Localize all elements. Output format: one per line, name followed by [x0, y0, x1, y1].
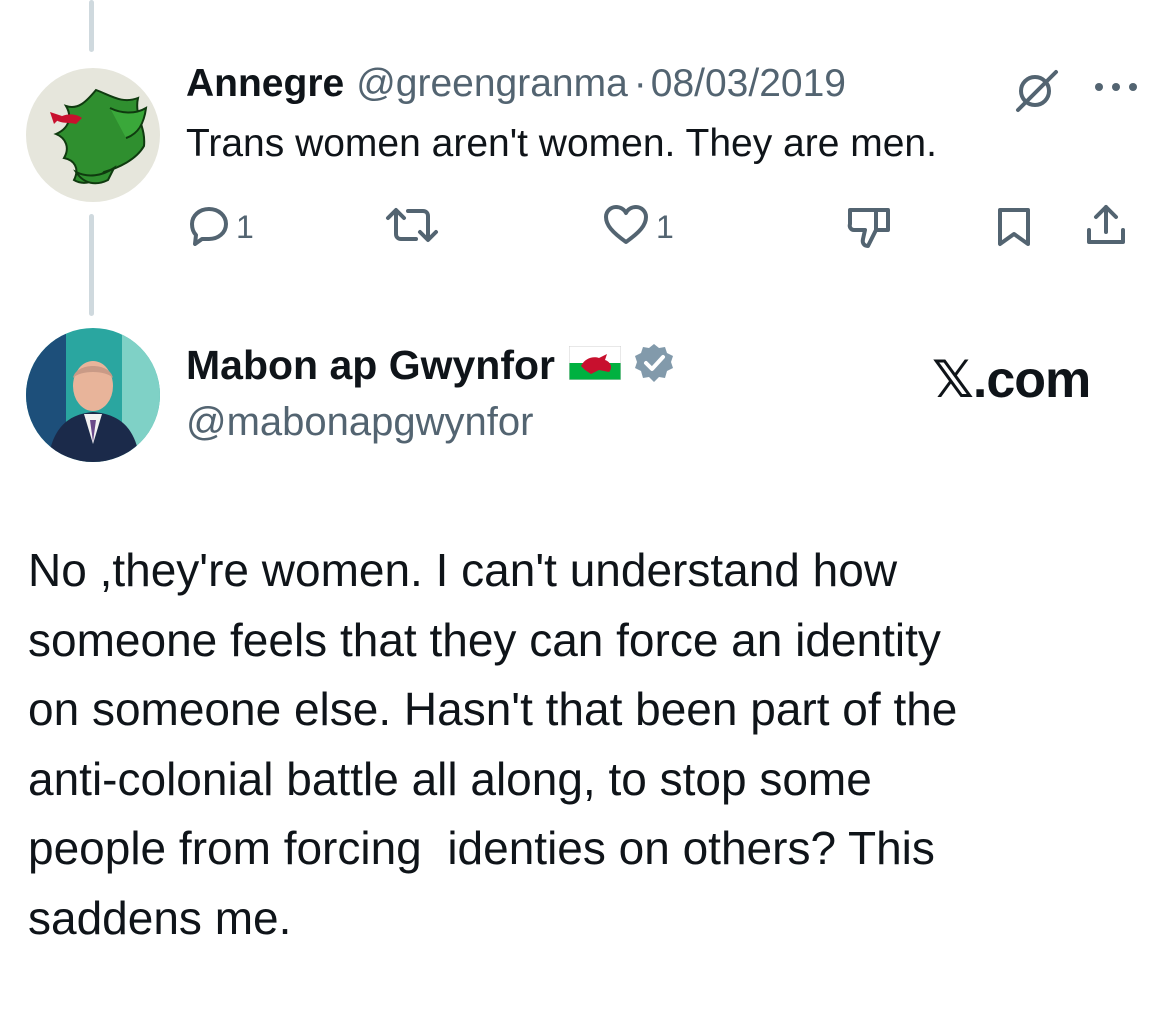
tweet-text-line: anti-colonial battle all along, to stop …: [28, 752, 872, 805]
tweet-text-line: No ,they're women. I can't understand ho…: [28, 544, 898, 596]
thumbs-down-icon: [846, 206, 892, 255]
grok-icon[interactable]: [1012, 68, 1062, 119]
reply-button[interactable]: 1: [188, 204, 254, 251]
tweet-text-line: people from forcing identies on others? …: [28, 822, 935, 874]
thread-line-top: [89, 0, 94, 52]
tweet2-text: No ,they're women. I can't understand ho…: [28, 536, 1148, 953]
reply-count: 1: [236, 209, 254, 245]
more-options-icon[interactable]: [1093, 80, 1139, 99]
author-name[interactable]: Mabon ap Gwynfor: [186, 342, 555, 389]
tweet-date[interactable]: 08/03/2019: [651, 62, 846, 106]
tweet-text-line: saddens me.: [28, 891, 292, 944]
tweet-text-line: someone feels that they can force an ide…: [28, 613, 941, 666]
verified-badge-icon[interactable]: [633, 342, 675, 389]
like-count: 1: [656, 209, 674, 245]
tweet2-name-row: Mabon ap Gwynfor: [186, 342, 675, 389]
separator-dot: ·: [633, 62, 647, 105]
annegre-avatar[interactable]: [26, 68, 160, 202]
mabon-avatar[interactable]: [26, 328, 160, 462]
like-button[interactable]: 1: [602, 204, 674, 251]
author-handle[interactable]: @greengranma: [356, 62, 628, 106]
tweet-text-line: on someone else. Hasn't that been part o…: [28, 683, 958, 735]
wales-flag-icon: [568, 345, 622, 385]
share-button[interactable]: [1084, 202, 1128, 253]
heart-icon: [602, 204, 650, 251]
bookmark-button[interactable]: [996, 206, 1032, 253]
thread-line-middle: [89, 214, 94, 316]
dislike-button[interactable]: [846, 206, 892, 255]
author-name[interactable]: Annegre: [186, 62, 344, 106]
bookmark-icon: [996, 206, 1032, 253]
repost-icon: [384, 204, 440, 251]
author-handle[interactable]: @mabonapgwynfor: [186, 400, 533, 445]
repost-button[interactable]: [384, 204, 446, 251]
share-icon: [1084, 202, 1128, 253]
tweet1-header: Annegre @greengranma · 08/03/2019: [186, 62, 846, 106]
reply-icon: [188, 204, 230, 251]
x-com-watermark: 𝕏.com: [932, 351, 1091, 409]
tweet1-text: Trans women aren't women. They are men.: [186, 122, 937, 165]
